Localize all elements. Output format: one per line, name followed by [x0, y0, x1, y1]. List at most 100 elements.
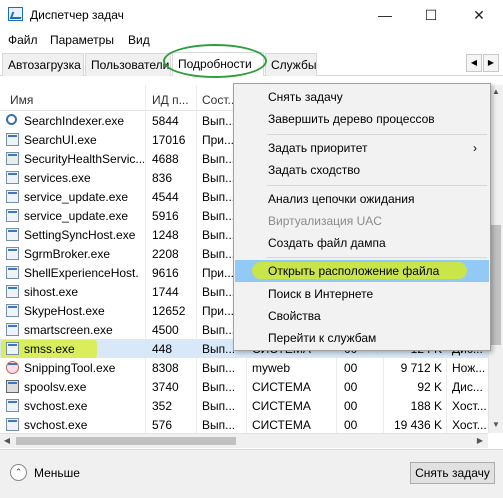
process-description: Хост... — [452, 399, 486, 413]
process-status: Вып... — [202, 399, 236, 413]
service-update-icon — [6, 209, 19, 222]
process-description: Диc... — [452, 380, 483, 394]
vertical-scroll-thumb[interactable] — [491, 225, 501, 345]
process-name: SkypeHost.exe — [24, 304, 105, 318]
horizontal-scrollbar[interactable]: ◀ ▶ — [0, 433, 488, 448]
services-icon — [6, 171, 19, 184]
snipping-tool-icon — [6, 361, 19, 374]
table-row[interactable]: SnippingTool.exe 8308 Вып... myweb 00 9 … — [0, 358, 488, 377]
process-name: SearchUI.exe — [24, 133, 97, 147]
menu-item-uac-virtualization: Виртуализация UAC — [268, 214, 382, 228]
process-status: При... — [202, 266, 235, 280]
title-bar: Диспетчер задач — ☐ ✕ — [0, 0, 503, 30]
scroll-down-icon[interactable]: ▼ — [489, 418, 503, 432]
menu-file[interactable]: Файл — [8, 33, 38, 47]
menu-item-set-priority[interactable]: Задать приоритет › — [235, 137, 489, 159]
process-name: SnippingTool.exe — [24, 361, 116, 375]
process-status: Вып... — [202, 323, 236, 337]
process-name: services.exe — [24, 171, 91, 185]
process-user: СИСТЕМА — [252, 399, 311, 413]
sgrm-broker-icon — [6, 247, 19, 260]
process-status: Вып... — [202, 152, 236, 166]
process-cpu: 00 — [344, 418, 358, 432]
process-status: При... — [202, 304, 235, 318]
process-name: spoolsv.exe — [24, 380, 87, 394]
process-cpu: 00 — [344, 399, 358, 413]
menu-item-set-affinity[interactable]: Задать сходство — [235, 159, 489, 181]
menu-item-search-online[interactable]: Поиск в Интернете — [235, 283, 489, 305]
process-description: Хост... — [452, 418, 486, 432]
menu-item-open-file-location[interactable]: Открыть расположение файла — [235, 260, 489, 282]
process-memory: 19 436 K — [393, 418, 442, 432]
process-pid: 836 — [152, 171, 173, 185]
maximize-button[interactable]: ☐ — [408, 0, 454, 30]
context-menu: Снять задачу Завершить дерево процессов … — [233, 83, 491, 351]
smartscreen-icon — [6, 323, 19, 336]
table-row[interactable]: spoolsv.exe 3740 Вып... СИСТЕМА 00 92 K … — [0, 377, 488, 396]
process-pid: 5916 — [152, 209, 179, 223]
tab-strip: Автозагрузка Пользователи Подробности Сл… — [0, 52, 503, 76]
process-pid: 448 — [152, 342, 173, 356]
security-health-icon — [6, 152, 19, 165]
menu-bar: Файл Параметры Вид — [0, 30, 503, 52]
scroll-up-icon[interactable]: ▲ — [489, 85, 503, 99]
process-status: Вып... — [202, 209, 236, 223]
process-status: Вып... — [202, 380, 236, 394]
process-cpu: 00 — [344, 380, 358, 394]
tab-users[interactable]: Пользователи — [85, 53, 171, 76]
process-user: myweb — [252, 361, 291, 375]
process-description: Нож... — [452, 361, 486, 375]
process-name: ShellExperienceHost. — [24, 266, 139, 280]
column-name[interactable]: Имя — [10, 93, 33, 107]
process-pid: 4544 — [152, 190, 179, 204]
menu-item-create-dump[interactable]: Создать файл дампа — [235, 232, 489, 254]
process-name: SettingSyncHost.exe — [24, 228, 136, 242]
menu-item-end-task[interactable]: Снять задачу — [235, 86, 489, 108]
fewer-details-link[interactable]: Меньше — [34, 466, 80, 480]
tab-startup[interactable]: Автозагрузка — [2, 53, 84, 76]
process-name: smartscreen.exe — [24, 323, 113, 337]
submenu-arrow-icon: › — [473, 141, 477, 155]
menu-item-properties[interactable]: Свойства — [235, 305, 489, 327]
process-status: Вып... — [202, 228, 236, 242]
scroll-right-icon[interactable]: ▶ — [473, 434, 487, 448]
menu-item-go-to-services[interactable]: Перейти к службам — [235, 327, 489, 349]
column-pid[interactable]: ИД п... — [152, 93, 189, 107]
menu-item-end-tree[interactable]: Завершить дерево процессов — [235, 108, 489, 130]
menu-params[interactable]: Параметры — [50, 33, 114, 47]
tab-details[interactable]: Подробности — [172, 52, 264, 76]
process-user: СИСТЕМА — [252, 418, 311, 432]
tabs-scroll-right-icon[interactable]: ▶ — [483, 54, 499, 72]
close-button[interactable]: ✕ — [456, 0, 502, 30]
tab-services[interactable]: Службы — [265, 53, 317, 76]
process-pid: 5844 — [152, 114, 179, 128]
process-name: SearchIndexer.exe — [24, 114, 125, 128]
table-row[interactable]: svchost.exe 352 Вып... СИСТЕМА 00 188 K … — [0, 396, 488, 415]
process-status: При... — [202, 133, 235, 147]
fewer-details-icon[interactable]: ⌃ — [10, 464, 27, 481]
process-pid: 352 — [152, 399, 173, 413]
svchost-icon — [6, 399, 19, 412]
menu-separator — [267, 134, 487, 135]
process-name: SgrmBroker.exe — [24, 247, 111, 261]
process-pid: 3740 — [152, 380, 179, 394]
menu-separator — [267, 185, 487, 186]
process-status: Вып... — [202, 418, 236, 432]
process-status: Вып... — [202, 342, 236, 356]
scroll-left-icon[interactable]: ◀ — [0, 434, 14, 448]
table-row[interactable]: svchost.exe 576 Вып... СИСТЕМА 00 19 436… — [0, 415, 488, 434]
minimize-button[interactable]: — — [362, 0, 408, 30]
tabs-scroll-left-icon[interactable]: ◀ — [466, 54, 482, 72]
process-status: Вып... — [202, 285, 236, 299]
process-pid: 12652 — [152, 304, 186, 318]
shell-experience-icon — [6, 266, 19, 279]
service-update-icon — [6, 190, 19, 203]
process-name: svchost.exe — [24, 399, 88, 413]
menu-view[interactable]: Вид — [128, 33, 150, 47]
horizontal-scroll-thumb[interactable] — [16, 437, 236, 445]
smss-icon — [6, 342, 19, 355]
end-task-button[interactable]: Снять задачу — [410, 462, 495, 484]
process-name: SecurityHealthServic... — [24, 152, 144, 166]
process-pid: 576 — [152, 418, 173, 432]
menu-item-analyze-wait-chain[interactable]: Анализ цепочки ожидания — [235, 188, 489, 210]
